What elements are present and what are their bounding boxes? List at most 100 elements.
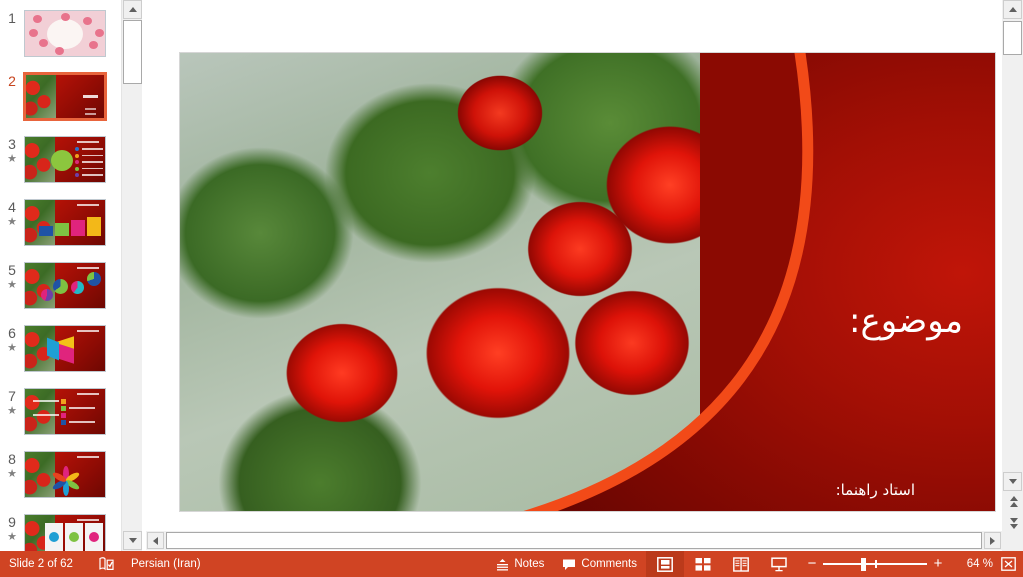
thumbnail-number: 8 — [8, 452, 16, 467]
animation-star-icon[interactable]: ★ — [7, 468, 17, 480]
thumbnail-number: 4 — [8, 200, 16, 215]
thumbnail-graphic — [47, 19, 83, 49]
slide-thumbnail-item[interactable]: 3★ — [0, 136, 120, 199]
thumbnail-body-text — [82, 148, 103, 150]
zoom-slider-midpoint-tick — [875, 560, 877, 568]
zoom-control[interactable]: − + — [798, 557, 952, 571]
animation-star-icon[interactable]: ★ — [7, 216, 17, 228]
double-chevron-down-icon — [1010, 518, 1018, 529]
current-slide-canvas[interactable]: موضوع: استاد راهنما: ارائه دهنده: — [179, 52, 996, 512]
zoom-in-button[interactable]: + — [930, 557, 946, 571]
thumbnail-number: 6 — [8, 326, 16, 341]
slide-horizontal-scrollbar[interactable] — [146, 531, 1002, 550]
slide-thumbnail-item[interactable]: 6★ — [0, 325, 120, 388]
animation-star-icon[interactable]: ★ — [7, 531, 17, 543]
thumbnail-body-text — [82, 161, 103, 163]
thumbnail-body-text — [85, 108, 96, 110]
slide-counter[interactable]: Slide 2 of 62 — [9, 558, 73, 570]
thumbnail-scroll-down-button[interactable] — [123, 531, 142, 550]
comments-label: Comments — [581, 558, 637, 570]
animation-star-icon[interactable]: ★ — [7, 279, 17, 291]
animation-star-icon[interactable]: ★ — [7, 153, 17, 165]
slide-3-circle-list[interactable] — [24, 136, 106, 183]
thumbnail-number: 2 — [8, 74, 16, 89]
scroll-left-button[interactable] — [147, 532, 164, 549]
fit-to-window-icon — [1001, 557, 1016, 571]
thumbnail-bullet-dot — [61, 399, 66, 404]
thumbnail-card-badge — [69, 532, 79, 542]
slide-thumbnail-item[interactable]: 1 — [0, 10, 120, 73]
reading-view-button[interactable] — [722, 551, 760, 577]
normal-view-button[interactable] — [646, 551, 684, 577]
slide-2-tomato-title[interactable] — [24, 73, 106, 120]
thumbnail-body-text — [82, 174, 103, 176]
slide-subtitle-1[interactable]: استاد راهنما: — [836, 481, 915, 499]
thumbnail-block — [55, 223, 69, 236]
slide-9-number-cards[interactable] — [24, 514, 106, 551]
zoom-slider-thumb[interactable] — [861, 558, 866, 571]
slide-5-pie-charts[interactable] — [24, 262, 106, 309]
slide-scroll-up-button[interactable] — [1003, 0, 1022, 19]
notes-button[interactable]: Notes — [487, 551, 553, 577]
zoom-out-button[interactable]: − — [804, 557, 820, 571]
thumbnail-number-column: 2 — [0, 73, 24, 89]
slide-edit-area[interactable]: موضوع: استاد راهنما: ارائه دهنده: — [142, 0, 1001, 551]
thumbnail-number-column: 9★ — [0, 514, 24, 543]
slide-thumbnail-item[interactable]: 5★ — [0, 262, 120, 325]
slide-thumbnail-item[interactable]: 4★ — [0, 199, 120, 262]
thumbnail-body-text — [33, 414, 59, 416]
thumbnail-graphic — [89, 41, 98, 49]
thumbnail-graphic — [55, 47, 64, 55]
animation-star-icon[interactable]: ★ — [7, 342, 17, 354]
thumbnail-number-column: 5★ — [0, 262, 24, 291]
slide-thumbnail-item[interactable]: 2 — [0, 73, 120, 136]
slide-6-cube[interactable] — [24, 325, 106, 372]
scroll-right-button[interactable] — [984, 532, 1001, 549]
thumbnail-bullet-dot — [61, 406, 66, 411]
comments-button[interactable]: Comments — [553, 551, 646, 577]
slide-thumbnail-pane[interactable]: 123★4★5★6★7★8★9★ — [0, 0, 120, 551]
thumbnail-scrollbar-thumb[interactable] — [123, 20, 142, 84]
thumbnail-bullet-dot — [61, 420, 66, 425]
thumbnail-pane-scrollbar[interactable] — [121, 0, 142, 551]
spell-check-icon — [99, 557, 114, 571]
language-status-button[interactable]: Persian (Iran) — [131, 558, 201, 570]
thumbnail-number-column: 7★ — [0, 388, 24, 417]
thumbnail-scroll-up-button[interactable] — [123, 0, 142, 19]
slide-8-pinwheel[interactable] — [24, 451, 106, 498]
slide-sorter-view-button[interactable] — [684, 551, 722, 577]
slide-scrollbar-thumb[interactable] — [1003, 21, 1022, 55]
powerpoint-window: 123★4★5★6★7★8★9★ 16141210864202468101214… — [0, 0, 1023, 577]
thumbnail-number-column: 4★ — [0, 199, 24, 228]
thumbnail-body-text — [82, 168, 103, 170]
thumbnail-body-text — [85, 113, 96, 115]
reading-view-icon — [733, 557, 749, 572]
slide-show-button[interactable] — [760, 551, 798, 577]
thumbnail-number: 3 — [8, 137, 16, 152]
thumbnail-block — [87, 217, 101, 236]
proofing-status-button[interactable] — [99, 557, 114, 571]
slide-scroll-down-button[interactable] — [1003, 472, 1022, 491]
slide-thumbnail-item[interactable]: 8★ — [0, 451, 120, 514]
thumbnail-title-text — [77, 393, 99, 395]
slide-1-floral-title[interactable] — [24, 10, 106, 57]
fit-slide-to-window-button[interactable] — [993, 557, 1023, 571]
slide-thumbnail-item[interactable]: 9★ — [0, 514, 120, 551]
next-slide-button[interactable] — [1006, 516, 1021, 531]
slide-4-color-blocks[interactable] — [24, 199, 106, 246]
slide-7-bullet-list[interactable] — [24, 388, 106, 435]
double-chevron-up-icon — [1010, 496, 1018, 507]
slide-thumbnail-item[interactable]: 7★ — [0, 388, 120, 451]
zoom-slider[interactable] — [823, 557, 927, 571]
animation-star-icon[interactable]: ★ — [7, 405, 17, 417]
thumbnail-bullet-dot — [75, 160, 79, 164]
thumbnail-photo — [25, 389, 57, 434]
horizontal-scrollbar-thumb[interactable] — [166, 532, 982, 549]
thumbnail-bullet-dot — [75, 167, 79, 171]
zoom-percentage[interactable]: 64 % — [957, 558, 993, 570]
slide-vertical-scrollbar[interactable] — [1002, 0, 1023, 551]
slide-title[interactable]: موضوع: — [849, 301, 963, 341]
thumbnail-photo — [25, 200, 57, 245]
thumbnail-graphic — [83, 17, 92, 25]
previous-slide-button[interactable] — [1006, 494, 1021, 509]
